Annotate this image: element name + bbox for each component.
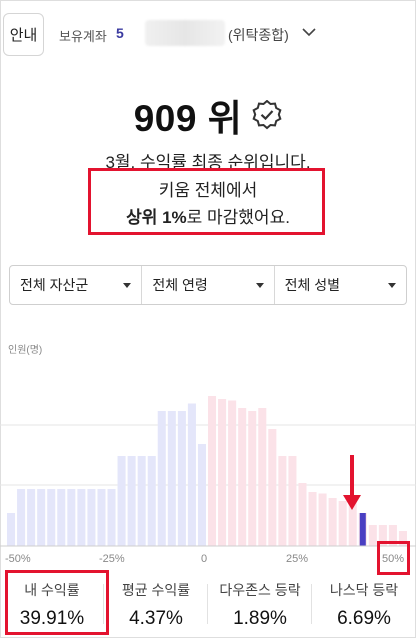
histogram-bar: [368, 525, 377, 546]
histogram-bar: [268, 429, 277, 546]
verified-badge-icon: [252, 100, 282, 130]
arrow-down-icon: [343, 455, 361, 510]
account-count: 5: [116, 25, 124, 41]
filter-age-label: 전체 연령: [152, 277, 208, 293]
highlight-box-axis: [377, 541, 410, 575]
y-axis-label: 인원(명): [8, 345, 43, 356]
stat-value: 1.89%: [233, 608, 287, 629]
histogram-bar: [107, 489, 116, 546]
caret-down-icon: [387, 282, 396, 288]
histogram-bar: [47, 489, 56, 546]
histogram-bar: [7, 513, 16, 546]
histogram-bar: [288, 456, 297, 546]
rank-scope: 키움 전체에서: [158, 181, 258, 200]
filter-gender[interactable]: 전체 성별: [275, 266, 406, 304]
histogram-bar: [298, 483, 307, 546]
rank-percentile-value: 상위 1%: [126, 208, 187, 227]
histogram-bar: [67, 489, 76, 546]
histogram-bar: [238, 408, 247, 546]
stat-average-return: 평균 수익률 4.37%: [104, 574, 208, 638]
histogram-bar: [147, 456, 156, 546]
stat-label: 평균 수익률: [121, 582, 191, 598]
filter-asset-class[interactable]: 전체 자산군: [10, 266, 143, 304]
histogram-bar: [117, 456, 126, 546]
rank-percentile: 상위 1%로 마감했어요.: [0, 203, 416, 228]
histogram-bar: [248, 411, 257, 546]
histogram-bar: [278, 456, 287, 546]
histogram-bar: [157, 411, 166, 546]
x-tick-label: -25%: [99, 553, 125, 565]
histogram-bar: [27, 489, 36, 546]
histogram-bar: [97, 489, 106, 546]
rank-header: 909 위: [0, 92, 416, 139]
histogram-bar: [127, 456, 136, 546]
account-type[interactable]: (위탁종합): [228, 25, 289, 45]
chevron-down-icon[interactable]: [302, 27, 316, 37]
masked-account-number[interactable]: [145, 20, 225, 46]
histogram-bar: [218, 399, 227, 546]
histogram-bar: [208, 396, 217, 546]
stat-dow-jones: 다우존스 등락 1.89%: [208, 574, 312, 638]
caret-down-icon: [255, 282, 264, 288]
histogram-bar: [318, 493, 327, 546]
x-tick-label: 0: [201, 553, 208, 565]
histogram-bar: [57, 489, 66, 546]
filter-age[interactable]: 전체 연령: [142, 266, 275, 304]
histogram-bar: [77, 489, 86, 546]
histogram-bar: [258, 408, 267, 546]
top-bar: 안내 보유계좌 5 (위탁종합): [0, 0, 416, 66]
x-tick-label: 25%: [286, 553, 309, 565]
stat-label: 다우존스 등락: [219, 582, 301, 598]
histogram-bar: [137, 456, 146, 546]
x-tick-label: -50%: [5, 553, 31, 565]
stat-nasdaq: 나스닥 등락 6.69%: [312, 574, 416, 638]
caret-down-icon: [123, 282, 132, 288]
histogram-bar: [167, 411, 176, 546]
histogram-bar: [37, 489, 46, 546]
highlight-box-my-return: [5, 570, 109, 635]
histogram-bar: [87, 489, 96, 546]
histogram-bar: [328, 498, 337, 546]
histogram-bar: [17, 489, 26, 546]
rank-value: 909 위: [133, 98, 243, 139]
guide-button[interactable]: 안내: [3, 13, 44, 56]
rank-percentile-suffix: 로 마감했어요.: [186, 208, 290, 227]
account-label: 보유계좌: [59, 29, 107, 44]
stat-label: 나스닥 등락: [329, 582, 399, 598]
histogram-bar: [308, 492, 317, 546]
filter-gender-label: 전체 성별: [284, 277, 341, 293]
histogram-bar: [197, 444, 206, 546]
histogram-bar: [177, 411, 186, 546]
filter-group: 전체 자산군 전체 연령 전체 성별: [9, 265, 407, 305]
filter-asset-class-label: 전체 자산군: [20, 277, 89, 293]
histogram-bar: [187, 403, 196, 546]
stat-value: 4.37%: [129, 608, 183, 629]
stat-value: 6.69%: [337, 608, 391, 629]
my-return-bar: [359, 513, 366, 546]
histogram-bar: [228, 400, 237, 546]
